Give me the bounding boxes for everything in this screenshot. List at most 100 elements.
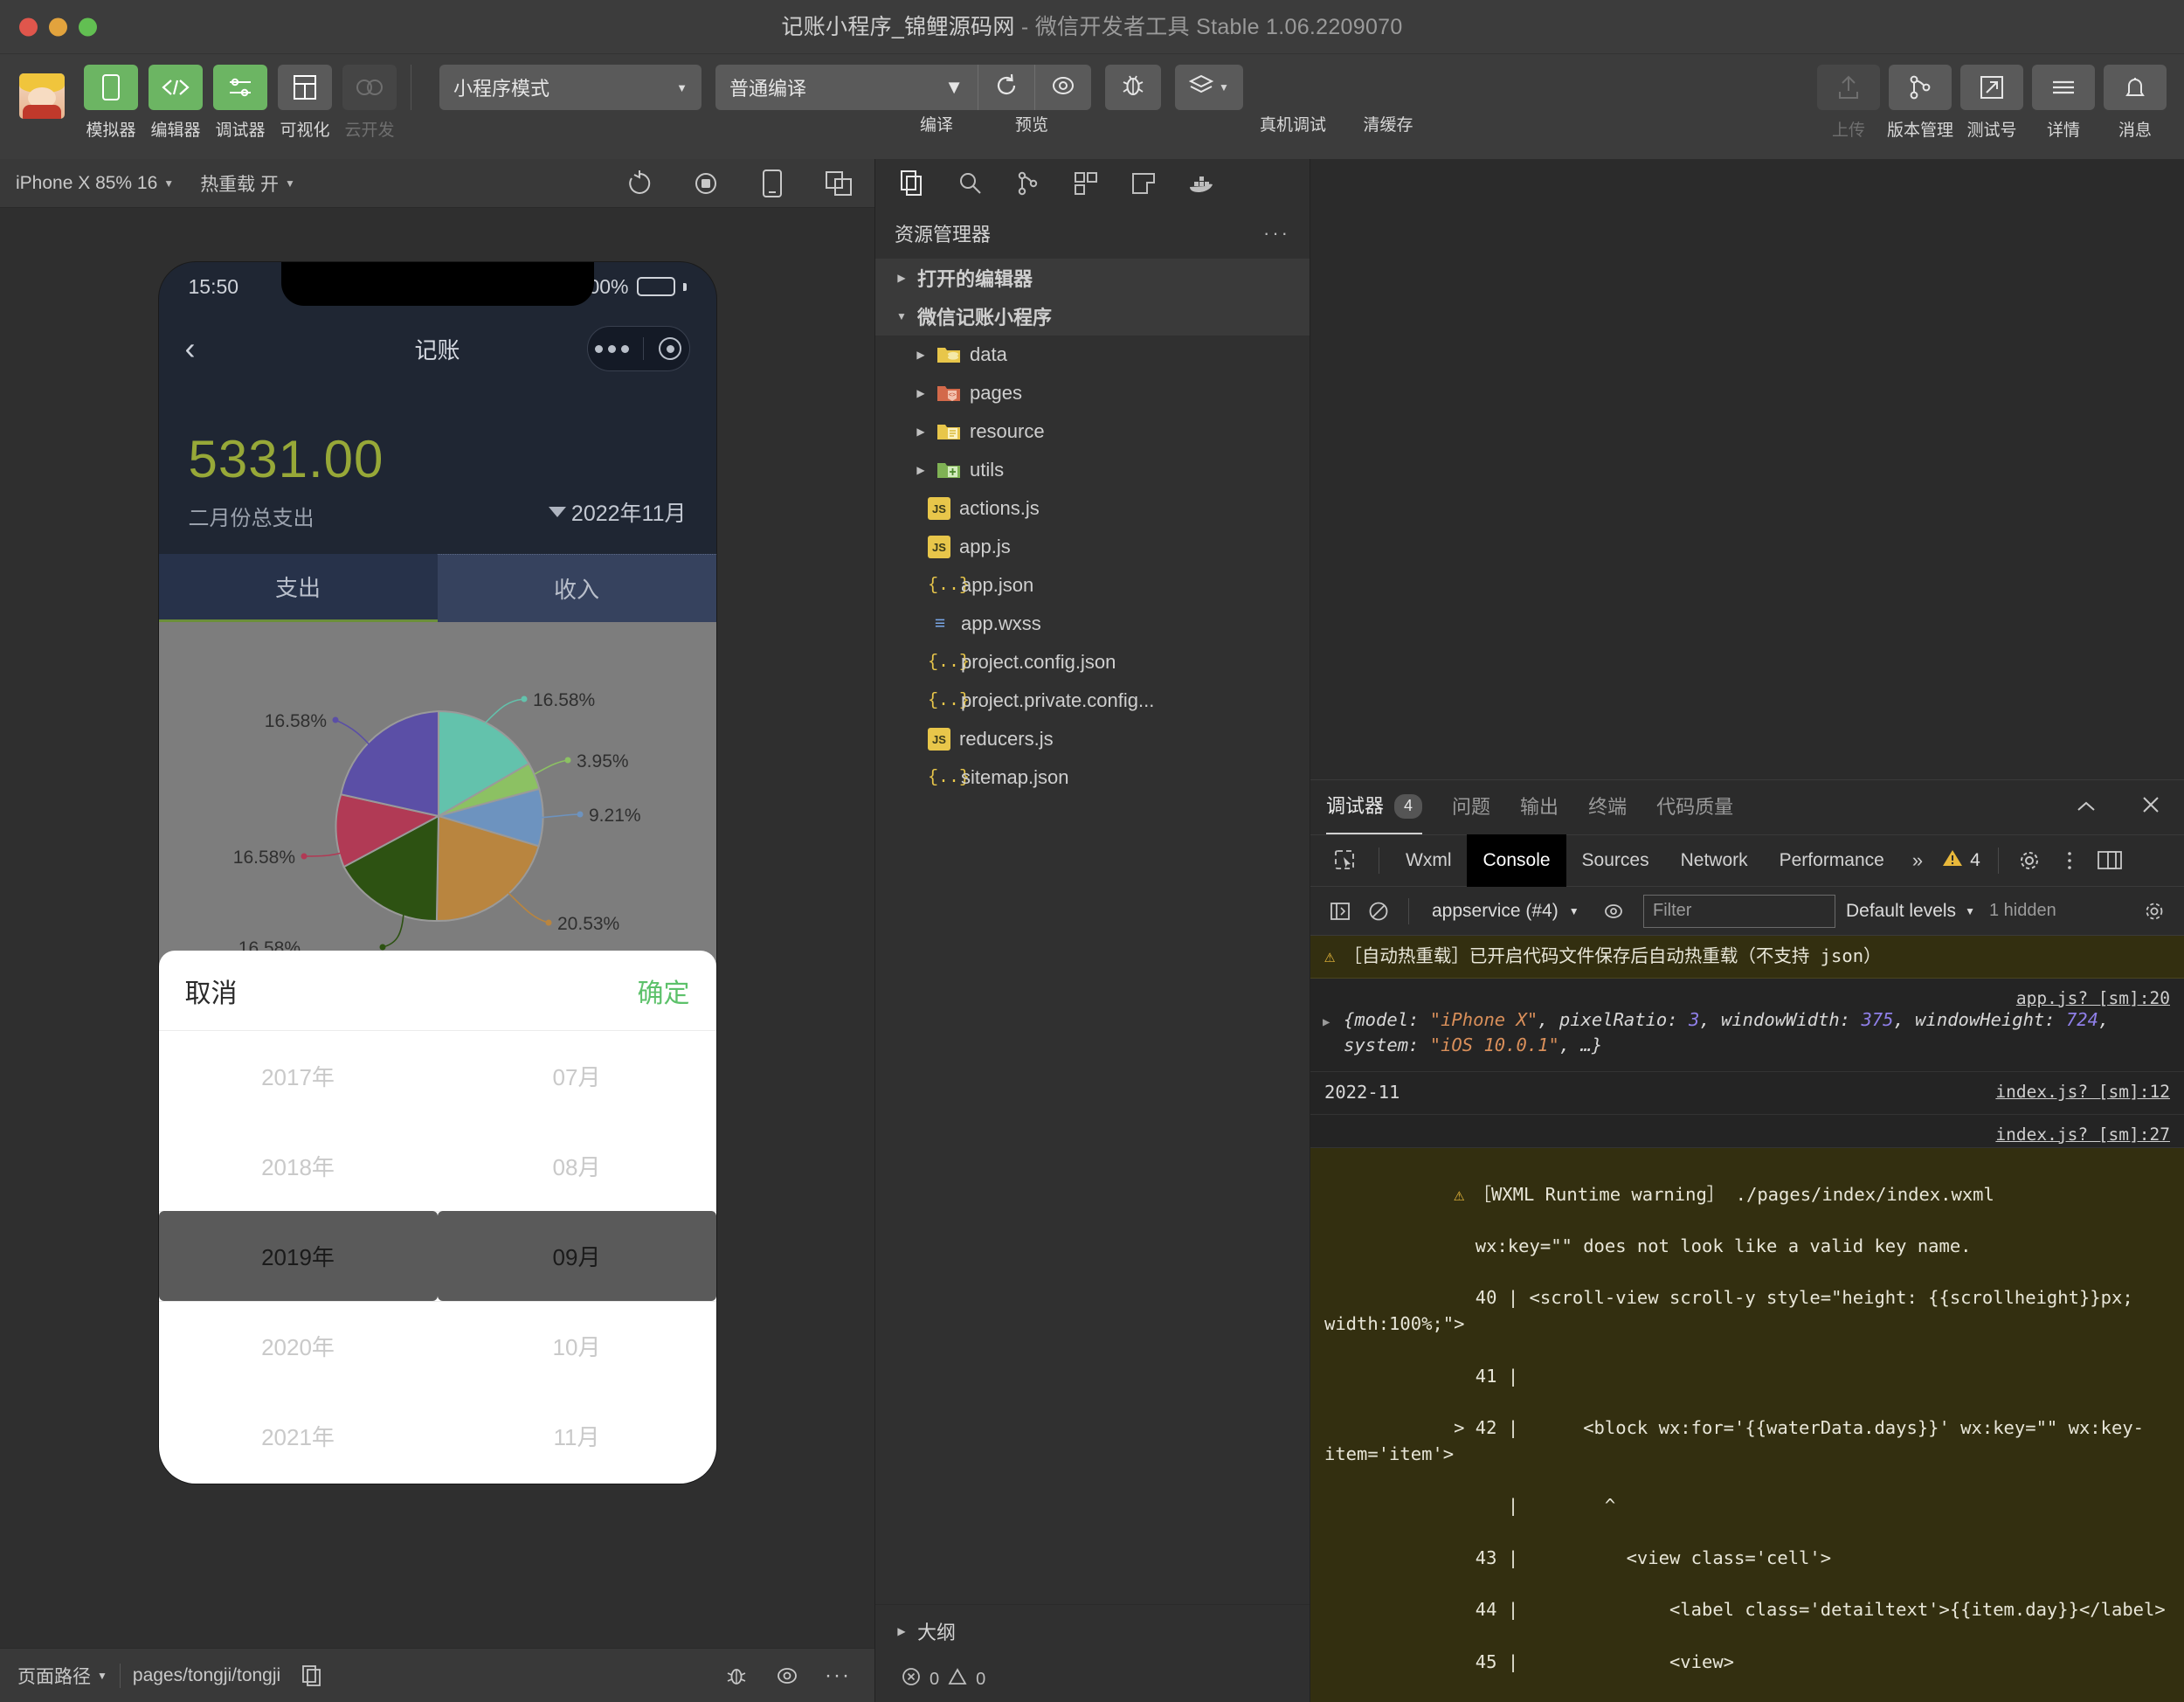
page-path-label-group[interactable]: 页面路径 ▼	[17, 1663, 107, 1689]
device-select[interactable]: iPhone X 85% 16 ▼	[16, 173, 174, 194]
console-sidebar-toggle-icon[interactable]	[1321, 892, 1359, 931]
toggle-debugger-button[interactable]: 调试器	[213, 65, 267, 141]
real-device-debug-button[interactable]	[1105, 65, 1161, 110]
version-control-button[interactable]: 版本管理	[1887, 65, 1953, 141]
month-picker-trigger[interactable]: 2022年11月	[548, 496, 687, 528]
footer-bug-icon[interactable]	[717, 1657, 756, 1695]
test-account-button[interactable]: 测试号	[1960, 65, 2023, 141]
hotreload-select[interactable]: 热重载 开 ▼	[200, 170, 295, 197]
tree-folder-resource[interactable]: ▶ resource	[875, 412, 1310, 451]
tree-section-project[interactable]: ▼ 微信记账小程序	[875, 297, 1310, 336]
console-line-object[interactable]: app.js? [sm]:20 ▶ {model: "iPhone X", pi…	[1310, 979, 2184, 1073]
simulator-record-icon[interactable]	[686, 163, 726, 204]
inspect-element-icon[interactable]	[1323, 841, 1368, 880]
picker-cancel-button[interactable]: 取消	[185, 972, 238, 1010]
year-option[interactable]: 2018年	[159, 1121, 438, 1211]
devtools-tab-code-quality[interactable]: 代码质量	[1656, 780, 1733, 834]
tree-folder-pages[interactable]: ▶ <> pages	[875, 374, 1310, 412]
devtools-panel-sources[interactable]: Sources	[1566, 834, 1665, 887]
preview-button[interactable]	[1035, 65, 1091, 110]
console-settings-icon[interactable]	[2135, 892, 2174, 931]
devtools-panel-console[interactable]: Console	[1467, 834, 1566, 887]
devtools-tab-problems[interactable]: 问题	[1452, 780, 1490, 834]
tree-file-app-wxss[interactable]: ≡ app.wxss	[875, 605, 1310, 643]
year-option[interactable]: 2017年	[159, 1031, 438, 1121]
devtools-settings-icon[interactable]	[2009, 841, 2049, 881]
explorer-git-icon[interactable]	[999, 159, 1057, 208]
avatar[interactable]	[19, 73, 65, 119]
tab-expense[interactable]: 支出	[158, 554, 438, 622]
console-clear-icon[interactable]	[1359, 892, 1398, 931]
tree-section-open-editors[interactable]: ▶ 打开的编辑器	[875, 259, 1310, 297]
simulator-rotate-device-icon[interactable]	[752, 163, 792, 204]
compile-button[interactable]	[978, 65, 1034, 110]
toggle-editor-button[interactable]: 编辑器	[149, 65, 203, 141]
wechat-capsule[interactable]	[586, 326, 690, 371]
tree-file-actions-js[interactable]: JS actions.js	[875, 489, 1310, 528]
toggle-visualization-button[interactable]: 可视化	[278, 65, 332, 141]
outline-section[interactable]: ▶ 大纲	[875, 1604, 1310, 1657]
footer-more-icon[interactable]: ···	[819, 1657, 857, 1695]
month-option[interactable]: 07月	[438, 1031, 716, 1121]
copy-path-icon[interactable]	[293, 1657, 331, 1695]
compile-select[interactable]: 普通编译 ▼	[715, 65, 978, 110]
devtools-panel-network[interactable]: Network	[1665, 834, 1764, 887]
toggle-simulator-button[interactable]: 模拟器	[84, 65, 138, 141]
year-option[interactable]: 2020年	[159, 1301, 438, 1391]
toggle-cloud-button[interactable]: 云开发	[342, 65, 397, 141]
console-filter-input[interactable]: Filter	[1643, 894, 1835, 928]
tree-folder-data[interactable]: ▶ data	[875, 336, 1310, 374]
upload-button[interactable]: 上传	[1817, 65, 1880, 141]
year-option[interactable]: 2021年	[159, 1391, 438, 1481]
explorer-search-icon[interactable]	[942, 159, 999, 208]
explorer-files-icon[interactable]	[884, 159, 942, 208]
details-button[interactable]: 详情	[2032, 65, 2095, 141]
tree-folder-utils[interactable]: ▶ utils	[875, 451, 1310, 489]
devtools-dock-icon[interactable]	[2090, 841, 2130, 881]
problems-status[interactable]: 0 0	[875, 1657, 1310, 1702]
month-option[interactable]: 10月	[438, 1301, 716, 1391]
console-source-link[interactable]: index.js? [sm]:27	[1995, 1123, 2170, 1147]
month-picker-column[interactable]: 07月 08月 09月 10月 11月	[437, 1031, 716, 1484]
tree-file-app-js[interactable]: JS app.js	[875, 528, 1310, 566]
tree-file-app-json[interactable]: {..} app.json	[875, 566, 1310, 605]
devtools-kebab-icon[interactable]	[2049, 841, 2090, 881]
explorer-docker-icon[interactable]	[1172, 159, 1230, 208]
tab-income[interactable]: 收入	[437, 554, 716, 622]
clear-cache-button[interactable]: ▼	[1175, 65, 1243, 110]
explorer-cloud-icon[interactable]	[1115, 159, 1172, 208]
console-live-expression-icon[interactable]	[1594, 892, 1633, 931]
tree-file-project-config[interactable]: {..} project.config.json	[875, 643, 1310, 681]
console-context-select[interactable]: appservice (#4) ▼	[1420, 901, 1594, 922]
close-panel-button[interactable]	[2133, 795, 2168, 820]
picker-confirm-button[interactable]: 确定	[638, 972, 690, 1010]
explorer-extensions-icon[interactable]	[1057, 159, 1115, 208]
collapse-panel-button[interactable]	[2069, 795, 2104, 820]
year-option-selected[interactable]: 2019年	[158, 1211, 438, 1301]
devtools-tab-output[interactable]: 输出	[1520, 780, 1559, 834]
tree-file-project-private-config[interactable]: {..} project.private.config...	[875, 681, 1310, 720]
month-option-selected[interactable]: 09月	[437, 1211, 716, 1301]
messages-button[interactable]: 消息	[2104, 65, 2167, 141]
devtools-tab-terminal[interactable]: 终端	[1588, 780, 1627, 834]
month-option[interactable]: 11月	[438, 1391, 716, 1481]
simulator-refresh-icon[interactable]	[619, 163, 660, 204]
simulator-multi-window-icon[interactable]	[819, 163, 859, 204]
console-source-link[interactable]: index.js? [sm]:12	[1995, 1080, 2170, 1104]
close-miniprogram-icon[interactable]	[659, 337, 682, 360]
devtools-more-panels-icon[interactable]: »	[1900, 849, 1935, 872]
expand-object-icon[interactable]: ▶	[1323, 1014, 1330, 1031]
mode-select[interactable]: 小程序模式 ▼	[439, 65, 702, 110]
devtools-warning-count-group[interactable]: 4	[1935, 848, 1987, 873]
console-source-link[interactable]: app.js? [sm]:20	[2016, 986, 2170, 1011]
devtools-panel-performance[interactable]: Performance	[1764, 834, 1900, 887]
console-output[interactable]: ⚠ ［自动热重载］已开启代码文件保存后自动热重载（不支持 json） app.js…	[1310, 936, 2184, 1702]
tree-file-reducers-js[interactable]: JS reducers.js	[875, 720, 1310, 758]
explorer-more-icon[interactable]: ···	[1263, 222, 1290, 245]
year-picker-column[interactable]: 2017年 2018年 2019年 2020年 2021年	[158, 1031, 438, 1484]
devtools-tab-debugger[interactable]: 调试器 4	[1326, 780, 1423, 834]
tree-file-sitemap-json[interactable]: {..} sitemap.json	[875, 758, 1310, 797]
console-levels-select[interactable]: Default levels ▼	[1846, 901, 1975, 922]
more-icon[interactable]	[594, 344, 629, 353]
month-option[interactable]: 08月	[438, 1121, 716, 1211]
